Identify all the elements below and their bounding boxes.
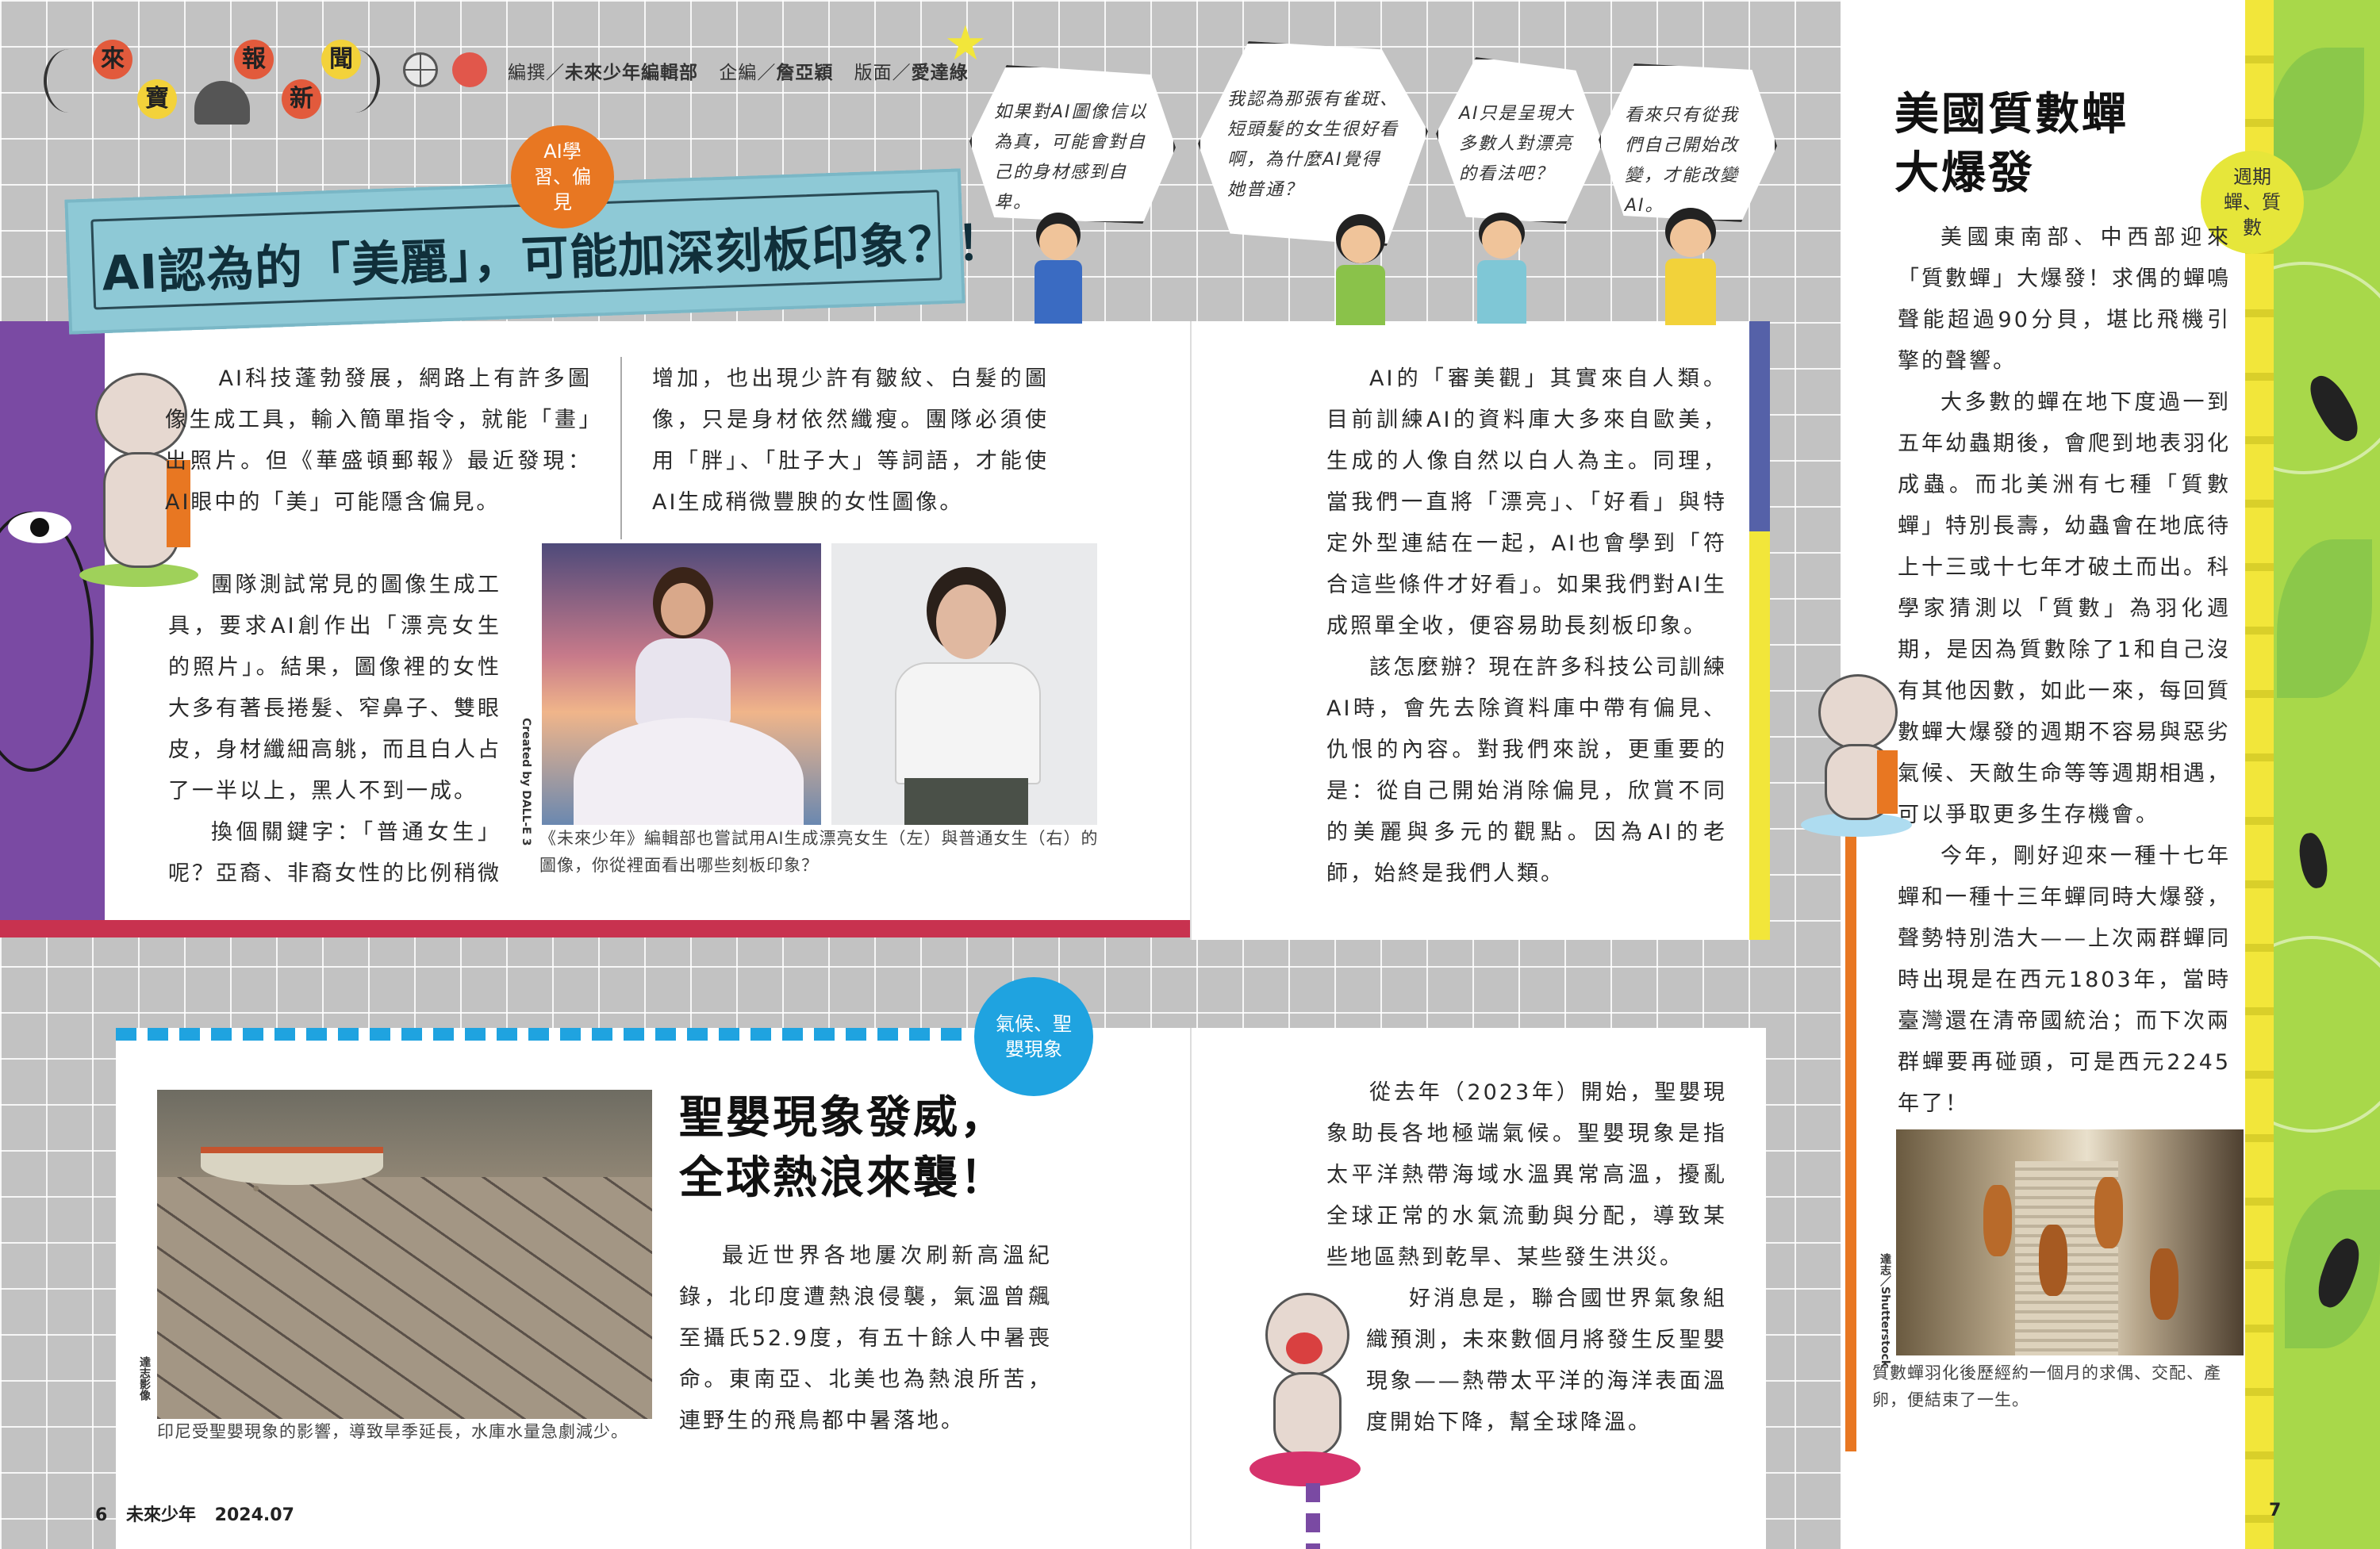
- page-gutter: [1190, 1028, 1192, 1549]
- orange-divider: [1845, 825, 1856, 1451]
- page-gutter: [1190, 321, 1192, 940]
- paragraph: 該怎麼辦？現在許多科技公司訓練AI時，會先去除資料庫中帶有偏見、仇恨的內容。對我…: [1326, 655, 1727, 886]
- logo-char: 新: [282, 79, 321, 119]
- logo-char: 寶: [137, 79, 177, 119]
- cicada-photo: [1896, 1129, 2244, 1355]
- elnino-col1: 最近世界各地屢次刷新高溫紀錄，北印度遭熱浪侵襲，氣溫曾飆至攝氏52.9度，有五十…: [679, 1236, 1052, 1442]
- paragraph: 美國東南部、中西部迎來「質數蟬」大爆發！求偶的蟬鳴聲能超過90分貝，堪比飛機引擎…: [1898, 225, 2231, 374]
- cicada: [2039, 1225, 2067, 1296]
- kid-illustration: [1654, 208, 1729, 325]
- speech-bubble: 看來只有從我們自己開始改變，才能改變AI。: [1599, 63, 1777, 222]
- ai-image-beautiful: [542, 543, 821, 825]
- ai-article-col2: 增加，也出現少許有皺紋、白髮的圖像，只是身材依然纖瘦。團隊必須使用「胖」、「肚子…: [652, 358, 1049, 523]
- kid-illustration: [1326, 214, 1398, 325]
- logo: 來 寶 報 新 聞: [44, 33, 380, 128]
- page-number-right: 7: [2269, 1501, 2282, 1520]
- cicada-title: 美國質數蟬 大爆發: [1894, 89, 2129, 199]
- fist-icon: [452, 52, 487, 87]
- cicada-caption: 質數蟬羽化後歷經約一個月的求偶、交配、產卵，便結束了一生。: [1872, 1363, 2221, 1409]
- cicada: [1983, 1185, 2012, 1256]
- elnino-col2: 從去年（2023年）開始，聖嬰現象助長各地極端氣候。聖嬰現象是指太平洋熱帶海域水…: [1326, 1072, 1727, 1444]
- elnino-tag: 氣候、聖嬰現象: [974, 977, 1093, 1096]
- drought-caption: 印尼受聖嬰現象的影響，導致旱季延長，水庫水量急劇減少。: [157, 1422, 628, 1441]
- ai-image-caption: 《未來少年》編輯部也嘗試用AI生成漂亮女生（左）與普通女生（右）的圖像，你從裡面…: [539, 829, 1099, 875]
- ai-article-col1: AI科技蓬勃發展，網路上有許多圖像生成工具，輸入簡單指令，就能「畫」出照片。但《…: [165, 358, 592, 523]
- image-credit: 達志影像: [138, 1356, 151, 1401]
- magazine-name: 未來少年: [125, 1505, 196, 1525]
- page-number: 6: [95, 1505, 108, 1525]
- paragraph: 從去年（2023年）開始，聖嬰現象助長各地極端氣候。聖嬰現象是指太平洋熱帶海域水…: [1326, 1080, 1727, 1270]
- kid-illustration: [1028, 213, 1092, 324]
- speech-bubble: 如果對AI圖像信以為真，可能會對自己的身材感到自卑。: [969, 65, 1176, 224]
- paragraph: 今年，剛好迎來一種十七年蟬和一種十三年蟬同時大爆發，聲勢特別浩大——上次兩群蟬同…: [1898, 844, 2231, 1116]
- logo-char: 來: [93, 40, 132, 79]
- elnino-title: 聖嬰現象發威， 全球熱浪來襲！: [679, 1092, 1007, 1204]
- logo-char: 報: [234, 40, 274, 79]
- image-credit: Created by DALL-E 3: [520, 718, 532, 846]
- footer-left: 6 未來少年 2024.07: [95, 1501, 294, 1526]
- blue-stripe: [1749, 321, 1770, 531]
- red-stripe: [0, 920, 1190, 937]
- dashed-border: [116, 1028, 973, 1041]
- drought-photo: [157, 1090, 652, 1419]
- globe-icon: [403, 52, 438, 87]
- paragraph: 最近世界各地屢次刷新高溫紀錄，北印度遭熱浪侵襲，氣溫曾飆至攝氏52.9度，有五十…: [679, 1244, 1052, 1433]
- star-decoration: ★: [944, 16, 987, 71]
- cicada: [2150, 1248, 2178, 1320]
- paragraph: 好消息是，聯合國世界氣象組織預測，未來數個月將發生反聖嬰現象——熱帶太平洋的海洋…: [1366, 1286, 1727, 1435]
- hippo-mascot: [1801, 674, 1912, 841]
- dashed-line: [1306, 1483, 1320, 1549]
- hippo-mascot-crying: [1250, 1293, 1361, 1491]
- ai-image-ordinary: [831, 543, 1097, 825]
- ai-tag: AI學習、偏見: [511, 125, 614, 228]
- column-divider: [620, 357, 622, 539]
- logo-char: 聞: [321, 40, 361, 79]
- ai-article-col3: AI的「審美觀」其實來自人類。目前訓練AI的資料庫大多來自歐美，生成的人像自然以…: [1326, 358, 1727, 895]
- paragraph: 大多數的蟬在地下度過一到五年幼蟲期後，會爬到地表羽化成蟲。而北美洲有七種「質數蟬…: [1898, 390, 2231, 827]
- cicada: [2094, 1177, 2123, 1248]
- kid-illustration: [1468, 213, 1539, 324]
- ai-article-col1b: 團隊測試常見的圖像生成工具，要求AI創作出「漂亮女生的照片」。結果，圖像裡的女性…: [168, 565, 501, 895]
- paragraph: AI的「審美觀」其實來自人類。目前訓練AI的資料庫大多來自歐美，生成的人像自然以…: [1326, 366, 1727, 638]
- yellow-stripe: [1749, 531, 1770, 940]
- paragraph: AI科技蓬勃發展，網路上有許多圖像生成工具，輸入簡單指令，就能「畫」出照片。但《…: [165, 366, 592, 515]
- cicada-text: 美國東南部、中西部迎來「質數蟬」大爆發！求偶的蟬鳴聲能超過90分貝，堪比飛機引擎…: [1898, 217, 2231, 1125]
- paragraph: 增加，也出現少許有皺紋、白髮的圖像，只是身材依然纖瘦。團隊必須使用「胖」、「肚子…: [652, 366, 1049, 515]
- image-credit: 達志／Shutterstock: [1879, 1253, 1891, 1368]
- credits: 編撰／未來少年編輯部 企編／詹亞穎 版面／愛達綠: [508, 63, 969, 83]
- boat: [201, 1147, 383, 1185]
- issue-date: 2024.07: [214, 1505, 294, 1525]
- paragraph: 團隊測試常見的圖像生成工具，要求AI創作出「漂亮女生的照片」。結果，圖像裡的女性…: [168, 573, 501, 803]
- paragraph: 換個關鍵字：「普通女生」呢？亞裔、非裔女性的比例稍微: [168, 820, 501, 886]
